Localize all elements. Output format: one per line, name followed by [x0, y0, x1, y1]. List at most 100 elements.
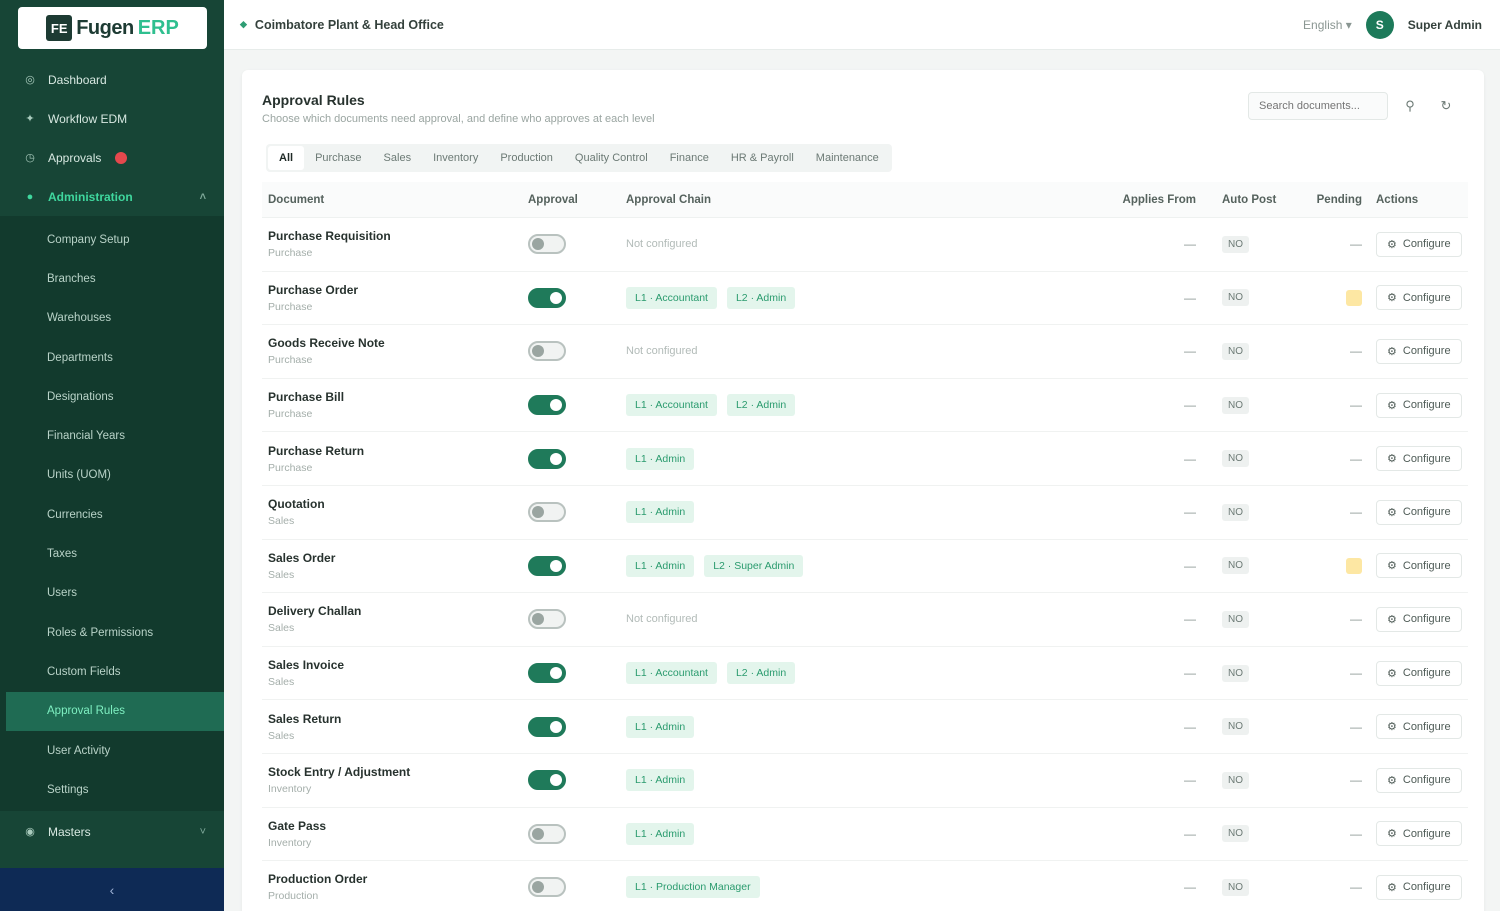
tab-sales[interactable]: Sales [373, 146, 423, 170]
actions-cell: ⚙ Configure [1376, 714, 1468, 740]
avatar[interactable]: S [1365, 10, 1394, 39]
auto-post-cell: NO [1206, 342, 1286, 360]
sidebar-subitem-settings[interactable]: Settings [0, 770, 224, 809]
tab-inventory[interactable]: Inventory [422, 146, 489, 170]
auto-post-badge: NO [1222, 235, 1249, 253]
configure-button[interactable]: ⚙ Configure [1376, 231, 1462, 257]
approval-toggle[interactable] [528, 234, 566, 255]
configure-button[interactable]: ⚙ Configure [1376, 392, 1462, 418]
tab-hr-payroll[interactable]: HR & Payroll [720, 146, 805, 170]
gear-icon: ⚙ [1387, 667, 1397, 680]
sidebar-subitem-taxes[interactable]: Taxes [0, 534, 224, 573]
sidebar-item-approvals[interactable]: ◷ Approvals [0, 138, 224, 177]
sidebar-subitem-users[interactable]: Users [0, 574, 224, 613]
column-pending[interactable]: Pending [1286, 194, 1376, 206]
sidebar-subitem-user-activity[interactable]: User Activity [0, 731, 224, 770]
sidebar-subitem-units-uom-[interactable]: Units (UOM) [0, 456, 224, 495]
tab-all[interactable]: All [268, 146, 305, 170]
user-name[interactable]: Super Admin [1408, 18, 1482, 32]
approver-chip: L1 · Accountant [626, 394, 717, 417]
document-name: Purchase Order [268, 282, 359, 297]
configure-button[interactable]: ⚙ Configure [1376, 874, 1462, 900]
sidebar-subitem-departments[interactable]: Departments [0, 338, 224, 377]
approval-toggle[interactable] [528, 716, 566, 737]
approval-toggle[interactable] [528, 663, 566, 684]
document-cell: Purchase Return Purchase [262, 444, 528, 474]
tab-quality-control[interactable]: Quality Control [564, 146, 659, 170]
auto-post-badge: NO [1222, 664, 1249, 682]
actions-cell: ⚙ Configure [1376, 606, 1468, 632]
refresh-icon[interactable]: ↻ [1432, 92, 1460, 120]
org-selector[interactable]: ◆ Coimbatore Plant & Head Office [240, 18, 444, 32]
language-selector[interactable]: English ▾ [1303, 18, 1352, 32]
configure-button[interactable]: ⚙ Configure [1376, 338, 1462, 364]
sidebar-subitem-currencies[interactable]: Currencies [0, 495, 224, 534]
document-cell: Sales Return Sales [262, 712, 528, 742]
sidebar-subitem-company-setup[interactable]: Company Setup [0, 220, 224, 259]
approval-toggle[interactable] [528, 287, 566, 308]
chevron-down-icon: ˅ [199, 825, 206, 838]
sidebar-item-label: Administration [48, 189, 133, 204]
pending-cell: — [1286, 827, 1376, 841]
configure-button[interactable]: ⚙ Configure [1376, 660, 1462, 686]
sidebar-item-masters[interactable]: ◉ Masters ˅ [0, 812, 224, 851]
approval-toggle[interactable] [528, 502, 566, 523]
approval-toggle[interactable] [528, 770, 566, 791]
sidebar-item-administration[interactable]: ● Administration ˄ [0, 177, 224, 216]
sidebar-collapse-button[interactable]: ‹ [0, 868, 224, 911]
gear-icon: ⚙ [1387, 345, 1397, 358]
column-document[interactable]: Document [262, 194, 528, 206]
configure-label: Configure [1402, 827, 1451, 840]
sidebar-subitem-custom-fields[interactable]: Custom Fields [0, 652, 224, 691]
auto-post-badge: NO [1222, 557, 1249, 575]
sidebar-subitem-approval-rules[interactable]: Approval Rules [6, 691, 224, 731]
configure-button[interactable]: ⚙ Configure [1376, 285, 1462, 311]
column-auto-post[interactable]: Auto Post [1206, 194, 1286, 206]
brand-logo[interactable]: FE Fugen ERP [18, 7, 207, 49]
approval-toggle[interactable] [528, 877, 566, 898]
configure-button[interactable]: ⚙ Configure [1376, 499, 1462, 525]
column-approval[interactable]: Approval [528, 194, 626, 206]
toggle-knob [532, 881, 544, 894]
sidebar-subitem-warehouses[interactable]: Warehouses [0, 299, 224, 338]
approval-chain-cell: L1 · Admin [626, 447, 1106, 470]
configure-button[interactable]: ⚙ Configure [1376, 446, 1462, 472]
approver-chip: L1 · Admin [626, 822, 695, 845]
column-chain[interactable]: Approval Chain [626, 194, 1106, 206]
tab-maintenance[interactable]: Maintenance [805, 146, 890, 170]
approval-toggle[interactable] [528, 609, 566, 630]
tab-production[interactable]: Production [489, 146, 564, 170]
pending-value: — [1350, 773, 1362, 788]
approval-toggle[interactable] [528, 395, 566, 416]
configure-button[interactable]: ⚙ Configure [1376, 821, 1462, 847]
auto-post-badge: NO [1222, 503, 1249, 521]
search-icon[interactable]: ⚲ [1396, 92, 1424, 120]
approval-toggle[interactable] [528, 448, 566, 469]
gear-icon: ⚙ [1387, 292, 1397, 305]
auto-post-badge: NO [1222, 610, 1249, 628]
column-applies-from[interactable]: Applies From [1106, 194, 1206, 206]
approval-toggle[interactable] [528, 823, 566, 844]
search-input[interactable] [1248, 92, 1388, 120]
configure-button[interactable]: ⚙ Configure [1376, 767, 1462, 793]
approval-toggle[interactable] [528, 555, 566, 576]
sidebar-item-dashboard[interactable]: ◎ Dashboard [0, 60, 224, 99]
sidebar-subitem-roles-permissions[interactable]: Roles & Permissions [0, 613, 224, 652]
applies-from-value: — [1184, 398, 1196, 413]
pending-value: — [1350, 398, 1362, 413]
configure-button[interactable]: ⚙ Configure [1376, 553, 1462, 579]
sidebar-item-workflow-edm[interactable]: ✦ Workflow EDM [0, 99, 224, 138]
pending-cell: — [1286, 880, 1376, 894]
table-row: Sales Invoice Sales L1 · Accountant L2 · Ad… [262, 647, 1468, 701]
sidebar-subitem-designations[interactable]: Designations [0, 377, 224, 416]
tab-purchase[interactable]: Purchase [304, 146, 372, 170]
sidebar-subitem-financial-years[interactable]: Financial Years [0, 416, 224, 455]
approval-toggle[interactable] [528, 341, 566, 362]
configure-label: Configure [1402, 774, 1451, 787]
document-name: Purchase Bill [268, 390, 345, 405]
sidebar-subitem-branches[interactable]: Branches [0, 259, 224, 298]
configure-button[interactable]: ⚙ Configure [1376, 714, 1462, 740]
tab-finance[interactable]: Finance [659, 146, 720, 170]
applies-from-value: — [1184, 505, 1196, 520]
configure-button[interactable]: ⚙ Configure [1376, 606, 1462, 632]
